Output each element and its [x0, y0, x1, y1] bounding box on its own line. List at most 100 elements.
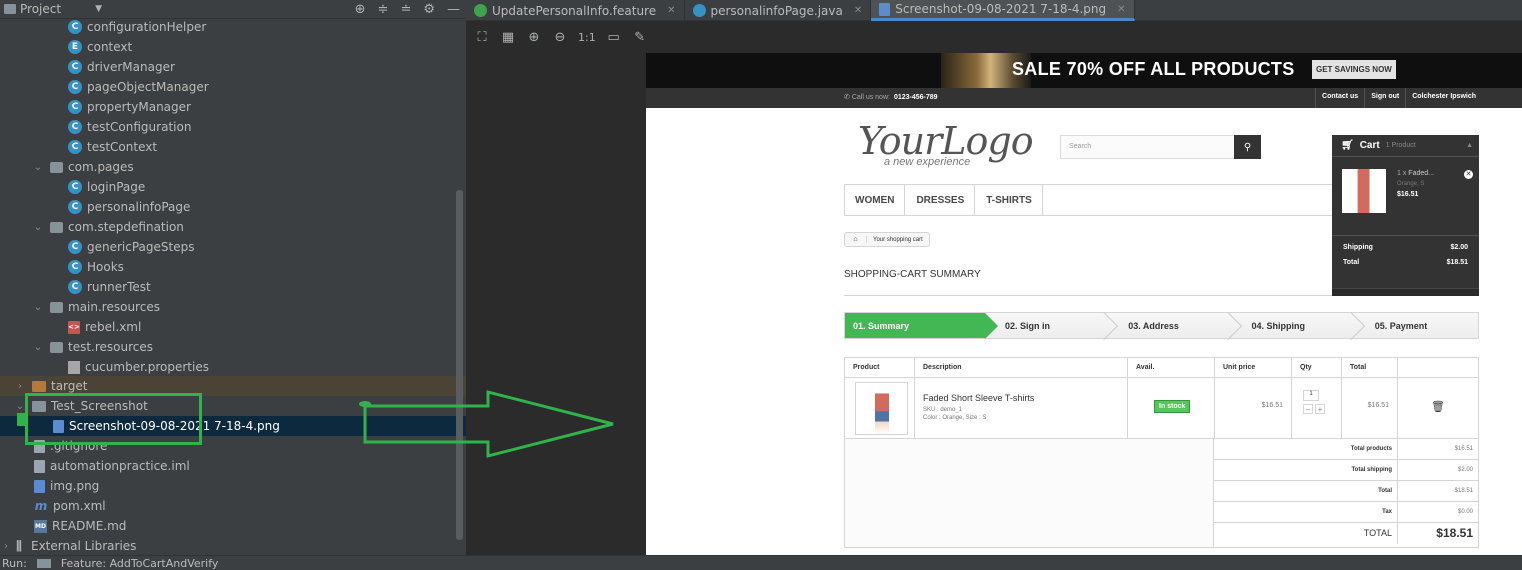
tree-item-label: img.png	[50, 479, 100, 493]
header-nav: ✆ Call us now: 0123-456-789 Contact us Si…	[646, 88, 1522, 108]
image-file-icon	[879, 2, 891, 16]
tree-item[interactable]: Econtext	[0, 37, 466, 57]
close-icon[interactable]: ✕	[854, 5, 862, 16]
chevron-down-icon[interactable]: ⌄	[32, 162, 44, 173]
tree-item[interactable]: CtestContext	[0, 137, 466, 157]
gear-icon[interactable]: ⚙	[423, 2, 435, 17]
cart-total-label: Total	[1343, 259, 1360, 266]
tree-item[interactable]: CdriverManager	[0, 57, 466, 77]
product-sku: SKU : demo_1	[923, 407, 963, 413]
tree-item[interactable]: CgenericPageSteps	[0, 237, 466, 257]
tree-item[interactable]: › ⫼ External Libraries	[0, 536, 466, 556]
tree-item[interactable]: m pom.xml	[0, 496, 466, 516]
cart-title: Cart	[1359, 140, 1380, 151]
tree-item-label: testContext	[87, 140, 158, 154]
tree-item[interactable]: cucumber.properties	[0, 357, 466, 377]
tab-feature-file[interactable]: UpdatePersonalInfo.feature ✕	[466, 0, 685, 21]
tree-item[interactable]: ⌄ com.stepdefination	[0, 217, 466, 237]
class-icon: C	[68, 200, 82, 214]
tree-item[interactable]: ⌄ main.resources	[0, 297, 466, 317]
locate-icon[interactable]: ⊕	[355, 2, 366, 17]
highlight-box	[25, 393, 202, 445]
class-icon: C	[68, 280, 82, 294]
tree-item[interactable]: CpersonalinfoPage	[0, 197, 466, 217]
tree-item[interactable]: ⌄ test.resources	[0, 337, 466, 357]
tree-item[interactable]: CpropertyManager	[0, 97, 466, 117]
project-view-icon[interactable]	[4, 4, 16, 14]
tree-item-label: personalinfoPage	[87, 200, 191, 214]
account-link: Colchester Ipswich	[1405, 88, 1482, 108]
library-icon: ⫼	[16, 538, 22, 553]
cart-item-qty: 1 x	[1397, 170, 1407, 177]
tree-item-label: com.stepdefination	[68, 220, 184, 234]
totals-value: $2.00	[1457, 467, 1473, 473]
totals-label: Total	[1214, 481, 1398, 501]
tree-item[interactable]: <> rebel.xml	[0, 317, 466, 337]
actual-size-button[interactable]: 1:1	[578, 31, 596, 44]
home-icon: ⌂	[845, 236, 867, 243]
title-divider	[844, 295, 1332, 296]
tab-label: UpdatePersonalInfo.feature	[492, 3, 657, 18]
tree-item[interactable]: img.png	[0, 476, 466, 496]
cart-shipping-label: Shipping	[1343, 244, 1373, 251]
class-icon: C	[68, 140, 82, 154]
zoom-in-icon[interactable]: ⊕	[526, 30, 542, 45]
run-config-icon	[36, 558, 51, 568]
get-savings-button: GET SAVINGS NOW	[1312, 60, 1396, 79]
tree-item-label: context	[87, 40, 133, 54]
step-shipping: 04. Shipping	[1232, 313, 1355, 338]
tree-item[interactable]: CconfigurationHelper	[0, 17, 466, 37]
main-menu: WOMEN DRESSES T-SHIRTS	[844, 184, 1334, 216]
tree-item[interactable]: CtestConfiguration	[0, 117, 466, 137]
minimize-icon[interactable]: —	[447, 2, 460, 17]
totals-label: Tax	[1214, 502, 1398, 522]
tree-item-label: runnerTest	[87, 280, 151, 294]
run-label[interactable]: Run:	[2, 557, 27, 570]
package-icon	[50, 161, 63, 173]
contact-us-link: Contact us	[1315, 88, 1364, 108]
tree-item[interactable]: C Hooks	[0, 257, 466, 277]
chevron-right-icon[interactable]: ›	[14, 381, 26, 392]
chevron-down-icon[interactable]: ⌄	[32, 222, 44, 233]
chevron-down-icon[interactable]: ⌄	[32, 302, 44, 313]
chevron-right-icon[interactable]: ›	[0, 541, 12, 552]
run-feature-label[interactable]: Feature: AddToCartAndVerify	[61, 557, 219, 570]
collapse-all-icon[interactable]: ≐	[400, 2, 411, 17]
tree-item[interactable]: CpageObjectManager	[0, 77, 466, 97]
tree-item[interactable]: ⌄ com.pages	[0, 157, 466, 177]
chevron-down-icon[interactable]: ⌄	[32, 342, 44, 353]
fit-icon[interactable]: ⛶	[474, 30, 490, 45]
highlight-marker	[17, 413, 25, 426]
totals-value: $16.51	[1454, 446, 1473, 452]
tree-item[interactable]: MD README.md	[0, 516, 466, 536]
editor-area: UpdatePersonalInfo.feature ✕ personalinf…	[466, 0, 1522, 555]
tree-item[interactable]: CrunnerTest	[0, 277, 466, 297]
promo-banner: SALE 70% OFF ALL PRODUCTS GET SAVINGS NO…	[646, 53, 1522, 88]
totals-label: TOTAL	[1214, 523, 1398, 544]
tree-item-label: rebel.xml	[85, 320, 142, 334]
cart-item-attr: Orange, S	[1397, 181, 1425, 187]
expand-all-icon[interactable]: ≑	[378, 2, 389, 17]
cart-shipping-value: $2.00	[1450, 244, 1468, 251]
close-icon[interactable]: ✕	[1117, 4, 1125, 15]
menu-tshirts: T-SHIRTS	[975, 185, 1043, 215]
chevron-down-icon[interactable]: ▼	[95, 4, 102, 14]
project-scrollbar[interactable]	[456, 190, 463, 540]
project-panel-title[interactable]: Project	[20, 2, 61, 16]
annotation-arrow-icon	[359, 390, 614, 458]
totals-value: $18.51	[1454, 488, 1473, 494]
tree-item-label: pageObjectManager	[87, 80, 209, 94]
image-file-icon	[34, 479, 45, 493]
fit-zoom-icon[interactable]: ▭	[606, 30, 622, 45]
close-icon[interactable]: ✕	[667, 5, 675, 16]
color-picker-icon[interactable]: ✎	[632, 30, 648, 45]
tree-item[interactable]: CloginPage	[0, 177, 466, 197]
grid-icon[interactable]: ▦	[500, 30, 516, 45]
tab-java-file[interactable]: personalinfoPage.java ✕	[685, 0, 872, 21]
step-summary: 01. Summary	[845, 313, 998, 339]
tab-screenshot-png[interactable]: Screenshot-09-08-2021 7-18-4.png ✕	[871, 0, 1135, 21]
zoom-out-icon[interactable]: ⊖	[552, 30, 568, 45]
col-delete	[1398, 358, 1478, 377]
class-icon	[692, 4, 706, 17]
totals-spacer	[845, 439, 1214, 547]
